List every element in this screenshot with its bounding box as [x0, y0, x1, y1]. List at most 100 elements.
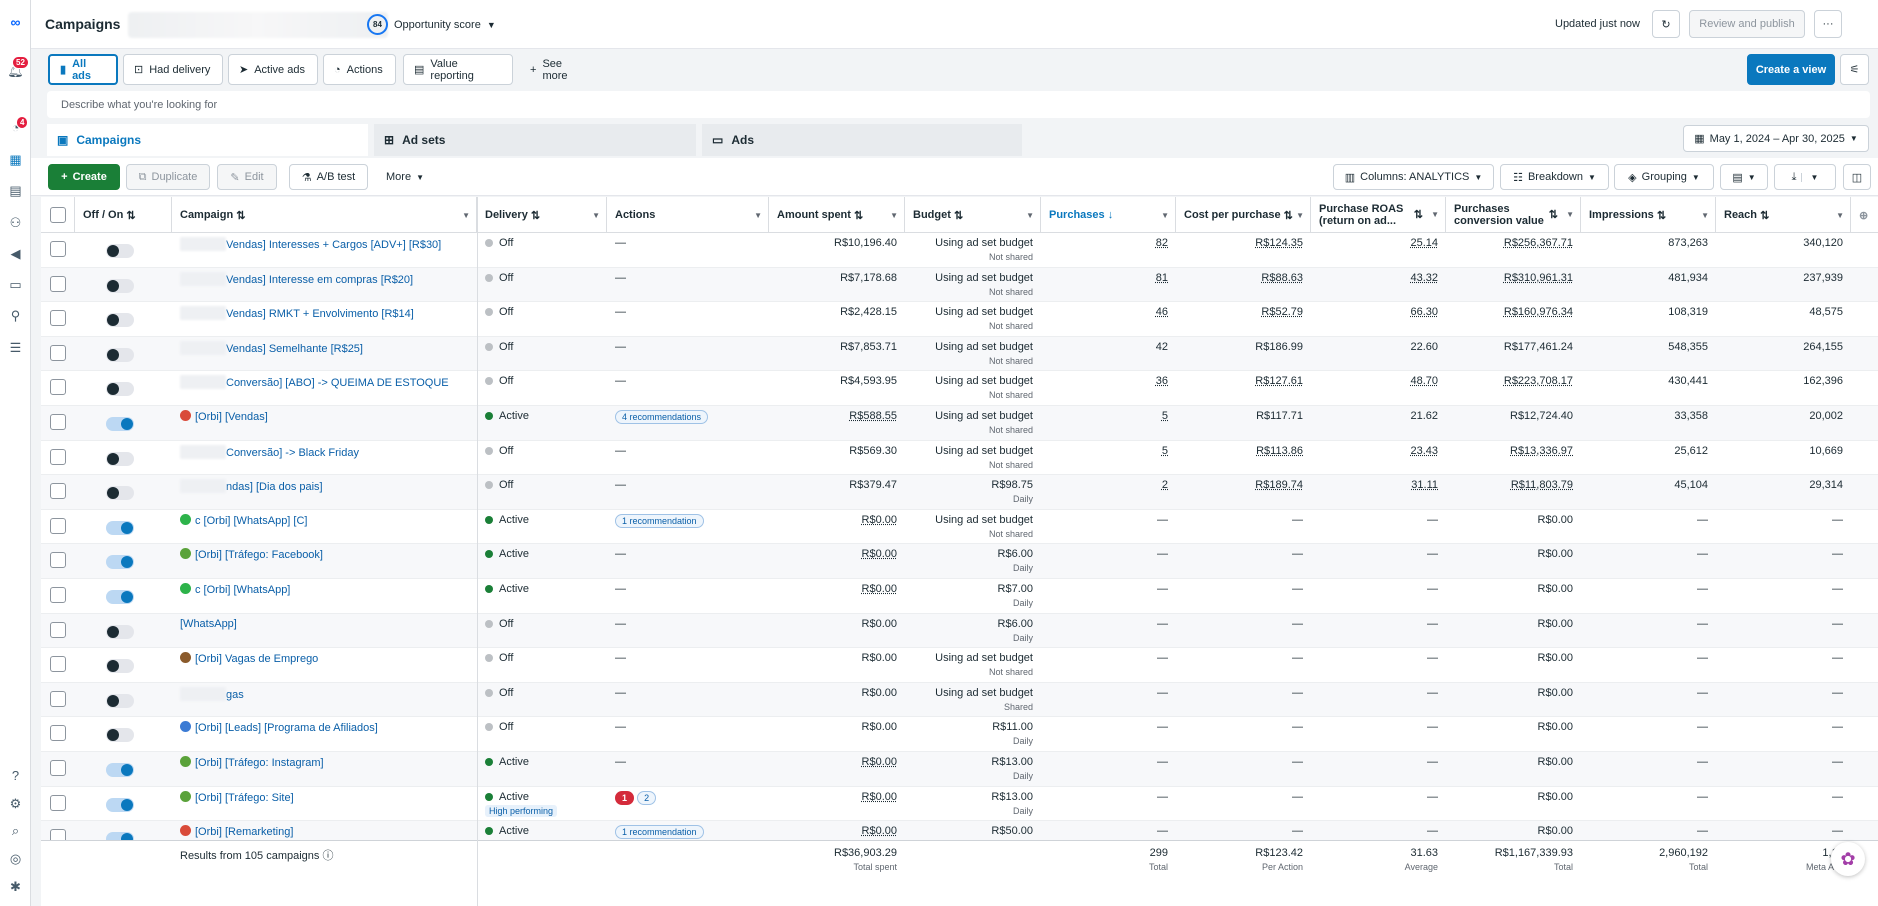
tab-ad-sets[interactable]: ⊞ Ad sets	[374, 124, 696, 156]
events-icon[interactable]: ⚲	[6, 306, 25, 325]
on-off-toggle[interactable]	[106, 520, 134, 535]
col-purchases[interactable]: Purchases ↓ ▼	[1041, 197, 1176, 233]
row-toggle[interactable]	[75, 441, 172, 475]
row-checkbox[interactable]	[50, 517, 66, 534]
row-toggle[interactable]	[75, 475, 172, 509]
row-select[interactable]	[41, 648, 75, 682]
chip-value-reporting[interactable]: ▤ Value reporting	[403, 54, 513, 85]
on-off-toggle[interactable]	[106, 555, 134, 570]
table-row[interactable]: Vendas] RMKT + Envolvimento [R$14] Off —…	[41, 302, 1878, 337]
search-icon[interactable]: ⌕	[6, 821, 25, 840]
more-options-button[interactable]: ···	[1814, 10, 1842, 38]
bug-icon[interactable]: ✱	[6, 877, 25, 896]
on-off-toggle[interactable]	[106, 728, 134, 743]
row-toggle[interactable]	[75, 406, 172, 440]
table-row[interactable]: Vendas] Interesse em compras [R$20] Off …	[41, 267, 1878, 303]
table-row[interactable]: Vendas] Interesses + Cargos [ADV+] [R$30…	[41, 233, 1878, 268]
support-icon[interactable]: ◎	[6, 849, 25, 868]
campaign-name-link[interactable]: Conversão] [ABO] -> QUEIMA DE ESTOQUE	[226, 377, 449, 389]
add-column-button[interactable]: ⊕	[1851, 197, 1878, 233]
campaign-name-link[interactable]: [Orbi] [Tráfego: Site]	[195, 792, 294, 804]
col-actions[interactable]: Actions ▼	[607, 197, 769, 233]
on-off-toggle[interactable]	[106, 693, 134, 708]
tab-campaigns[interactable]: ▣ Campaigns	[47, 124, 368, 156]
row-checkbox[interactable]	[50, 587, 66, 603]
table-row[interactable]: Vendas] Semelhante [R$25] Off — R$7,853.…	[41, 336, 1878, 372]
campaign-name-cell[interactable]: Conversão] [ABO] -> QUEIMA DE ESTOQUE	[172, 371, 477, 405]
select-all[interactable]	[41, 197, 75, 233]
row-select[interactable]	[41, 510, 75, 544]
on-off-toggle[interactable]	[106, 486, 134, 501]
campaign-name-link[interactable]: Conversão] -> Black Friday	[226, 447, 359, 459]
col-toggle[interactable]: Off / On ⇅	[75, 197, 172, 233]
campaign-name-link[interactable]: ndas] [Dia dos pais]	[226, 481, 323, 493]
on-off-toggle[interactable]	[106, 417, 134, 431]
on-off-toggle[interactable]	[106, 278, 134, 293]
table-row[interactable]: ndas] [Dia dos pais] Off — R$379.47 R$98…	[41, 475, 1878, 510]
row-toggle[interactable]	[75, 717, 172, 751]
campaign-name-cell[interactable]: gas	[172, 683, 477, 717]
chip-active-ads[interactable]: ➤ Active ads	[228, 54, 318, 85]
chip-actions[interactable]: ◔ Actions	[323, 54, 396, 85]
row-toggle[interactable]	[75, 544, 172, 578]
row-checkbox[interactable]	[50, 344, 66, 361]
row-checkbox[interactable]	[50, 414, 66, 430]
campaign-name-link[interactable]: Vendas] Interesses + Cargos [ADV+] [R$30…	[226, 239, 441, 251]
col-amount-spent[interactable]: Amount spent ⇅ ▼	[769, 197, 905, 233]
campaign-name-cell[interactable]: [Orbi] [Tráfego: Site]	[172, 787, 477, 821]
campaign-name-link[interactable]: Vendas] Interesse em compras [R$20]	[226, 274, 413, 286]
ab-test-button[interactable]: ⚗ A/B test	[289, 164, 368, 190]
table-row[interactable]: [Orbi] Vagas de Emprego Off — R$0.00 Usi…	[41, 648, 1878, 683]
panel-toggle-button[interactable]: ◫	[1843, 164, 1871, 190]
row-toggle[interactable]	[75, 614, 172, 648]
menu-icon[interactable]: ☰	[6, 338, 25, 357]
campaign-name-cell[interactable]: [WhatsApp]	[172, 614, 477, 648]
row-select[interactable]	[41, 441, 75, 475]
campaign-name-link[interactable]: Vendas] Semelhante [R$25]	[226, 343, 363, 355]
chip-had-delivery[interactable]: ⊡ Had delivery	[123, 54, 223, 85]
campaign-name-link[interactable]: [WhatsApp]	[180, 618, 237, 630]
campaign-name-link[interactable]: [Orbi] [Tráfego: Facebook]	[195, 549, 323, 561]
row-toggle[interactable]	[75, 752, 172, 786]
table-row[interactable]: [WhatsApp] Off — R$0.00 R$6.00 Daily — — …	[41, 613, 1878, 649]
row-select[interactable]	[41, 614, 75, 648]
campaign-name-link[interactable]: c [Orbi] [WhatsApp] [C]	[195, 515, 307, 527]
col-budget[interactable]: Budget ⇅ ▼	[905, 197, 1041, 233]
review-publish-button[interactable]: Review and publish	[1689, 10, 1805, 38]
campaign-name-cell[interactable]: [Orbi] [Leads] [Programa de Afiliados]	[172, 717, 477, 751]
tab-ads[interactable]: ▭ Ads	[702, 124, 1022, 156]
row-checkbox[interactable]	[50, 310, 66, 327]
on-off-toggle[interactable]	[106, 659, 134, 674]
campaign-name-link[interactable]: [Orbi] [Vendas]	[195, 411, 268, 423]
row-checkbox[interactable]	[50, 552, 66, 569]
on-off-toggle[interactable]	[106, 244, 134, 258]
table-row[interactable]: [Orbi] [Tráfego: Site] Active High perfor…	[41, 787, 1878, 822]
row-select[interactable]	[41, 717, 75, 751]
row-toggle[interactable]	[75, 268, 172, 302]
row-select[interactable]	[41, 787, 75, 821]
campaign-name-cell[interactable]: Vendas] Interesses + Cargos [ADV+] [R$30…	[172, 233, 477, 267]
campaign-name-link[interactable]: [Orbi] [Leads] [Programa de Afiliados]	[195, 722, 378, 734]
on-off-toggle[interactable]	[106, 313, 134, 328]
campaign-name-cell[interactable]: [Orbi] Vagas de Emprego	[172, 648, 477, 682]
document-icon[interactable]: ▤	[6, 181, 25, 200]
on-off-toggle[interactable]	[106, 382, 134, 397]
error-badge[interactable]: 1	[615, 790, 635, 805]
on-off-toggle[interactable]	[106, 451, 134, 466]
col-reach[interactable]: Reach ⇅ ▼	[1716, 197, 1851, 233]
recommendation-pill[interactable]: 2	[637, 790, 657, 805]
create-view-button[interactable]: Create a view	[1747, 54, 1835, 85]
megaphone-icon[interactable]: ◀	[6, 244, 25, 263]
row-toggle[interactable]	[75, 302, 172, 336]
row-checkbox[interactable]	[50, 621, 66, 638]
edit-button[interactable]: ✎ Edit	[217, 164, 277, 190]
row-checkbox[interactable]	[50, 483, 66, 500]
on-off-toggle[interactable]	[106, 797, 134, 812]
table-row[interactable]: gas Off — R$0.00 Using ad set budget Shar…	[41, 682, 1878, 718]
campaign-name-cell[interactable]: Vendas] Interesse em compras [R$20]	[172, 268, 477, 302]
campaign-name-link[interactable]: [Orbi] Vagas de Emprego	[195, 653, 318, 665]
row-checkbox[interactable]	[50, 794, 66, 811]
row-checkbox[interactable]	[50, 725, 66, 742]
campaign-name-cell[interactable]: [Orbi] [Tráfego: Facebook]	[172, 544, 477, 578]
row-select[interactable]	[41, 683, 75, 717]
